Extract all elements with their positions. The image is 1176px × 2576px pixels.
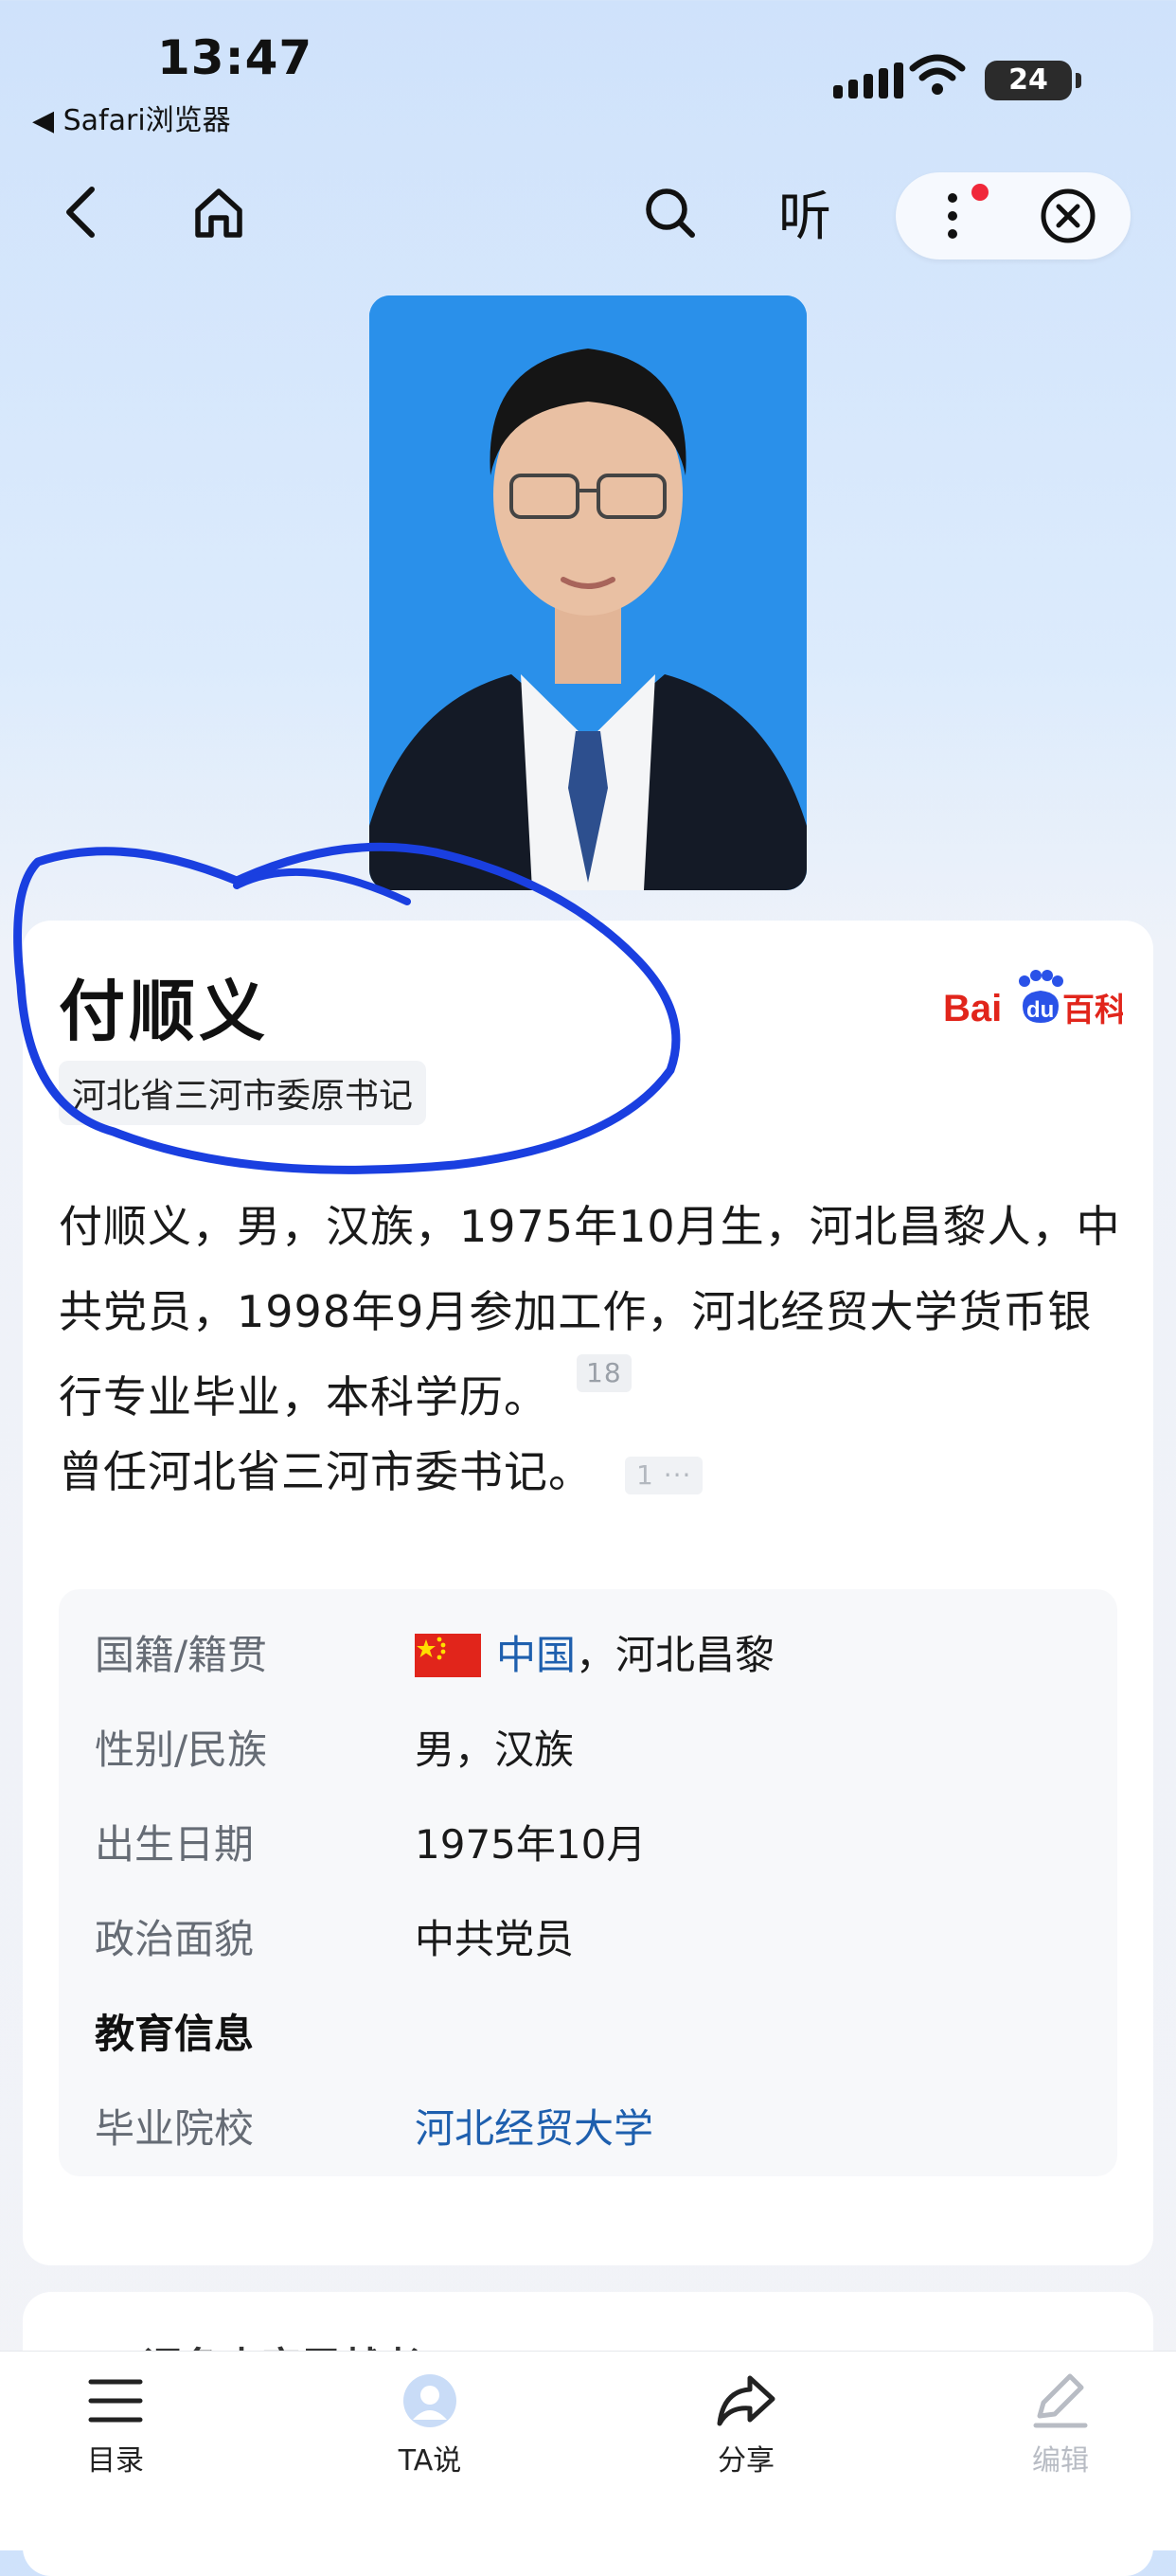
- user-avatar-icon: [403, 2374, 456, 2427]
- nationality-rest: ，河北昌黎: [576, 1632, 775, 1678]
- citation-badge-2[interactable]: 1 ···: [625, 1456, 704, 1494]
- summary2-text: 曾任河北省三河市委书记。: [59, 1446, 593, 1497]
- citation-badge[interactable]: 18: [577, 1354, 632, 1392]
- info-label: 毕业院校: [95, 2105, 255, 2152]
- info-value: 1975年10月: [415, 1821, 647, 1868]
- tab-contents[interactable]: 目录: [21, 2372, 210, 2478]
- info-value: 男，汉族: [415, 1726, 575, 1773]
- pencil-icon: [1033, 2373, 1088, 2428]
- info-value: 中国 ，河北昌黎: [415, 1627, 775, 1684]
- china-flag-icon: [415, 1634, 481, 1677]
- tab-label: 目录: [87, 2444, 144, 2478]
- tab-label: TA说: [398, 2444, 462, 2478]
- education-section-title: 教育信息: [95, 2011, 255, 2057]
- person-summary-secondary: 曾任河北省三河市委书记。 1 ···: [59, 1438, 704, 1500]
- tab-edit[interactable]: 编辑: [966, 2372, 1155, 2478]
- nationality-link[interactable]: 中国: [496, 1627, 576, 1684]
- info-label: 政治面貌: [95, 1916, 255, 1962]
- tab-label: 编辑: [1032, 2444, 1089, 2478]
- info-label: 出生日期: [95, 1821, 255, 1868]
- tab-share[interactable]: 分享: [651, 2372, 841, 2478]
- annotation-circle: [13, 842, 681, 1174]
- basic-info-box: 国籍/籍贯 中国，河北昌黎 性别/民族 男，汉族 出生日期 1975年10月: [59, 1589, 1117, 2176]
- info-label: 性别/民族: [95, 1726, 268, 1773]
- bottom-tab-bar: 目录 TA说 分享 编辑: [0, 2351, 1176, 2550]
- tab-ta-says[interactable]: TA说: [335, 2372, 525, 2478]
- school-link[interactable]: 河北经贸大学: [415, 2101, 653, 2157]
- share-icon: [717, 2375, 775, 2426]
- list-icon: [88, 2379, 143, 2423]
- info-label: 国籍/籍贯: [95, 1632, 268, 1678]
- info-value: 中共党员: [415, 1916, 575, 1962]
- tab-label: 分享: [718, 2444, 775, 2478]
